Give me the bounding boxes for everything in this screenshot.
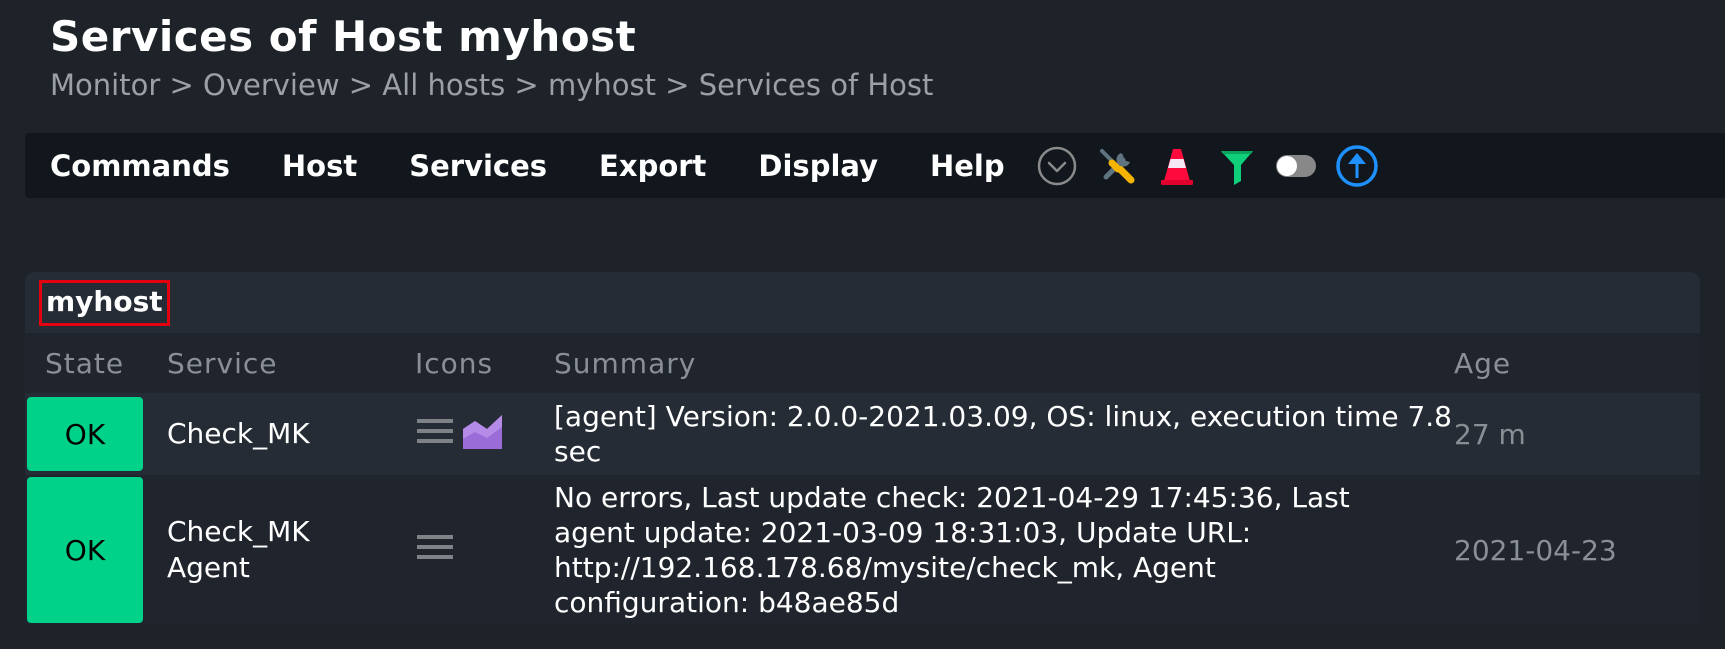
state-badge[interactable]: OK — [27, 397, 143, 471]
table-row: OK Check_MK [agent] Version: 2.0.0-2021.… — [25, 393, 1700, 475]
breadcrumb-monitor[interactable]: Monitor — [50, 68, 160, 102]
page-title: Services of Host myhost — [50, 12, 636, 61]
column-header-age[interactable]: Age — [1454, 347, 1694, 380]
menu-help[interactable]: Help — [930, 149, 1005, 183]
breadcrumb-separator: > — [160, 68, 203, 102]
service-summary: No errors, Last update check: 2021-04-29… — [554, 480, 1454, 620]
menu-commands[interactable]: Commands — [50, 149, 230, 183]
breadcrumb-all-hosts[interactable]: All hosts — [382, 68, 505, 102]
breadcrumb-services-of-host[interactable]: Services of Host — [699, 68, 934, 102]
breadcrumb-separator: > — [505, 68, 548, 102]
menu-services[interactable]: Services — [409, 149, 547, 183]
service-age: 2021-04-23 — [1454, 534, 1694, 567]
column-header-summary[interactable]: Summary — [554, 347, 1454, 380]
menu-icon[interactable] — [415, 414, 455, 455]
breadcrumb-myhost[interactable]: myhost — [548, 68, 656, 102]
menu-export[interactable]: Export — [599, 149, 706, 183]
filter-icon[interactable] — [1215, 144, 1259, 188]
menu-host[interactable]: Host — [282, 149, 357, 183]
wrench-screwdriver-icon[interactable] — [1095, 144, 1139, 188]
table-row: OK Check_MK Agent No errors, Last update… — [25, 475, 1700, 624]
menu-icon[interactable] — [415, 530, 455, 571]
column-header-service[interactable]: Service — [167, 347, 415, 380]
breadcrumb-separator: > — [656, 68, 699, 102]
host-group-header: myhost — [25, 272, 1700, 333]
column-header-state[interactable]: State — [25, 347, 167, 380]
column-header-icons: Icons — [415, 347, 554, 380]
chevron-down-circle-icon[interactable] — [1035, 144, 1079, 188]
toggle-switch[interactable] — [1275, 144, 1319, 188]
service-name-link[interactable]: Check_MK — [167, 417, 310, 450]
state-badge[interactable]: OK — [27, 477, 143, 623]
service-name-link[interactable]: Check_MK Agent — [167, 514, 337, 586]
breadcrumb-separator: > — [340, 68, 383, 102]
table-header-row: State Service Icons Summary Age — [25, 333, 1700, 393]
menu-display[interactable]: Display — [758, 149, 878, 183]
service-age: 27 m — [1454, 418, 1694, 451]
traffic-cone-icon[interactable] — [1155, 144, 1199, 188]
breadcrumb-overview[interactable]: Overview — [203, 68, 340, 102]
page-menu-bar: Commands Host Services Export Display He… — [25, 133, 1725, 198]
breadcrumb: Monitor > Overview > All hosts > myhost … — [50, 68, 933, 102]
service-summary: [agent] Version: 2.0.0-2021.03.09, OS: l… — [554, 399, 1454, 469]
host-services-table: myhost State Service Icons Summary Age O… — [25, 272, 1700, 624]
host-name-link[interactable]: myhost — [39, 280, 170, 326]
arrow-up-circle-icon[interactable] — [1335, 144, 1379, 188]
graph-icon[interactable] — [463, 411, 503, 458]
